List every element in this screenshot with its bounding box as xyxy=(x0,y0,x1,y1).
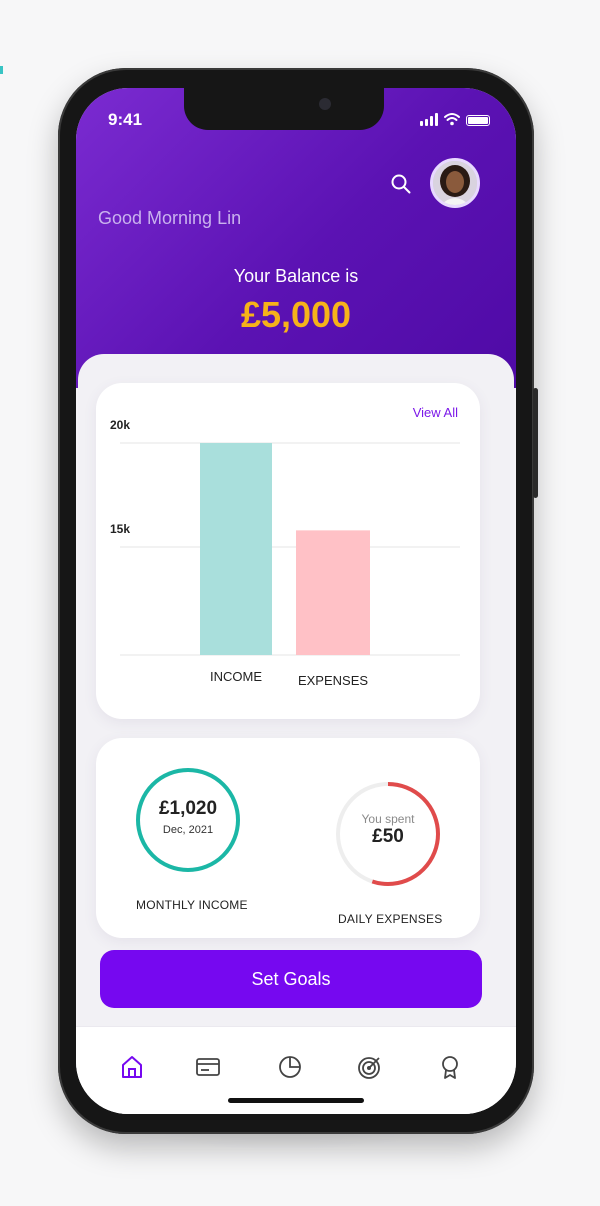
y-tick-label: 15k xyxy=(110,522,130,536)
target-icon[interactable] xyxy=(356,1053,384,1081)
bar-income xyxy=(200,443,272,655)
set-goals-button[interactable]: Set Goals xyxy=(100,950,482,1008)
daily-expenses-values: You spent £50 xyxy=(333,812,443,848)
status-time: 9:41 xyxy=(108,110,143,129)
daily-expenses-caption: DAILY EXPENSES xyxy=(338,912,443,926)
balance-label: Your Balance is xyxy=(233,266,359,286)
daily-expenses-prefix: You spent xyxy=(361,812,415,826)
home-icon[interactable] xyxy=(118,1053,146,1081)
signal-icon xyxy=(420,113,438,126)
phone-frame: 9:41 Good Morning Lin Your Balance is £5… xyxy=(58,68,538,1134)
notch xyxy=(184,88,384,130)
header-panel xyxy=(76,88,516,388)
monthly-income-period: Dec, 2021 xyxy=(162,824,214,836)
avatar[interactable] xyxy=(430,158,480,208)
camera xyxy=(319,98,331,110)
search-icon[interactable] xyxy=(390,173,412,195)
x-tick-label: EXPENSES xyxy=(298,673,368,688)
wifi-icon xyxy=(444,113,460,126)
card-icon[interactable] xyxy=(194,1053,222,1081)
stats-card: £1,020 Dec, 2021 MONTHLY INCOME You spen… xyxy=(96,738,480,938)
status-icons xyxy=(420,112,490,126)
greeting-text: Good Morning Lin xyxy=(98,208,242,228)
daily-expenses-amount: £50 xyxy=(372,826,404,847)
home-indicator xyxy=(228,1098,364,1103)
avatar-photo xyxy=(433,161,477,205)
battery-icon xyxy=(466,115,490,126)
app-screen: 9:41 Good Morning Lin Your Balance is £5… xyxy=(76,88,516,1114)
award-icon[interactable] xyxy=(436,1053,464,1081)
balance-value: £5,000 xyxy=(240,294,352,335)
bar-chart: 20k 15k INCOME EXPENSES xyxy=(110,418,460,688)
bar-expenses xyxy=(296,530,370,655)
monthly-income-values: £1,020 Dec, 2021 xyxy=(133,798,243,836)
corner-mark xyxy=(0,66,3,74)
y-tick-label: 20k xyxy=(110,418,130,432)
pie-chart-icon[interactable] xyxy=(276,1053,304,1081)
side-button xyxy=(533,388,538,498)
monthly-income-amount: £1,020 xyxy=(158,798,218,819)
monthly-income-caption: MONTHLY INCOME xyxy=(136,898,248,912)
x-tick-label: INCOME xyxy=(210,669,262,684)
balance-chart-card: View All 20k 15k INCOME EXPENSES xyxy=(96,383,480,719)
